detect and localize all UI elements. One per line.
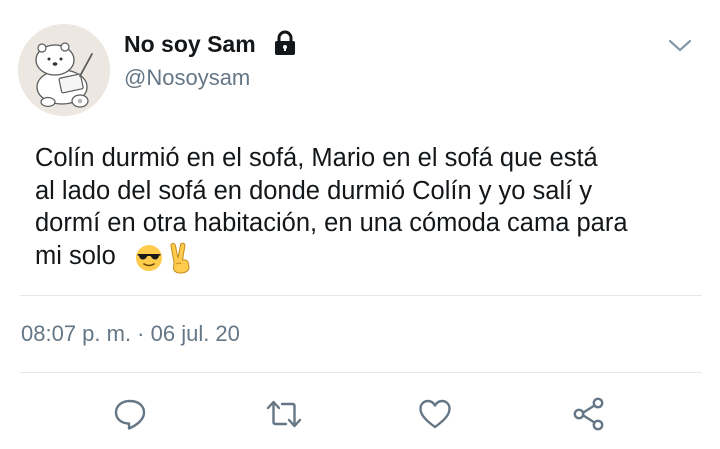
- tweet-timestamp[interactable]: 08:07 p. m. · 06 jul. 20: [21, 320, 240, 348]
- heart-icon: [419, 399, 451, 429]
- like-button[interactable]: [415, 394, 455, 434]
- tweet-emojis: [134, 242, 193, 274]
- tweet-card: No soy Sam @Nosoysam Colín durmió en el …: [0, 0, 720, 449]
- tweet-menu-button[interactable]: [662, 30, 698, 60]
- display-name[interactable]: No soy Sam: [124, 30, 256, 58]
- polar-bear-avatar-image: [18, 24, 110, 116]
- victory-hand-emoji: [170, 242, 190, 274]
- user-handle[interactable]: @Nosoysam: [124, 64, 250, 92]
- retweet-button[interactable]: [264, 394, 304, 434]
- share-icon: [573, 397, 604, 431]
- share-button[interactable]: [569, 394, 609, 434]
- retweet-icon: [266, 400, 302, 428]
- lock-icon: [271, 29, 299, 57]
- chevron-down-icon: [668, 39, 692, 52]
- divider: [20, 372, 702, 373]
- comment-icon: [114, 399, 146, 430]
- divider: [20, 295, 702, 296]
- reply-button[interactable]: [110, 394, 150, 434]
- sunglasses-emoji: [136, 245, 162, 271]
- avatar[interactable]: [18, 24, 110, 116]
